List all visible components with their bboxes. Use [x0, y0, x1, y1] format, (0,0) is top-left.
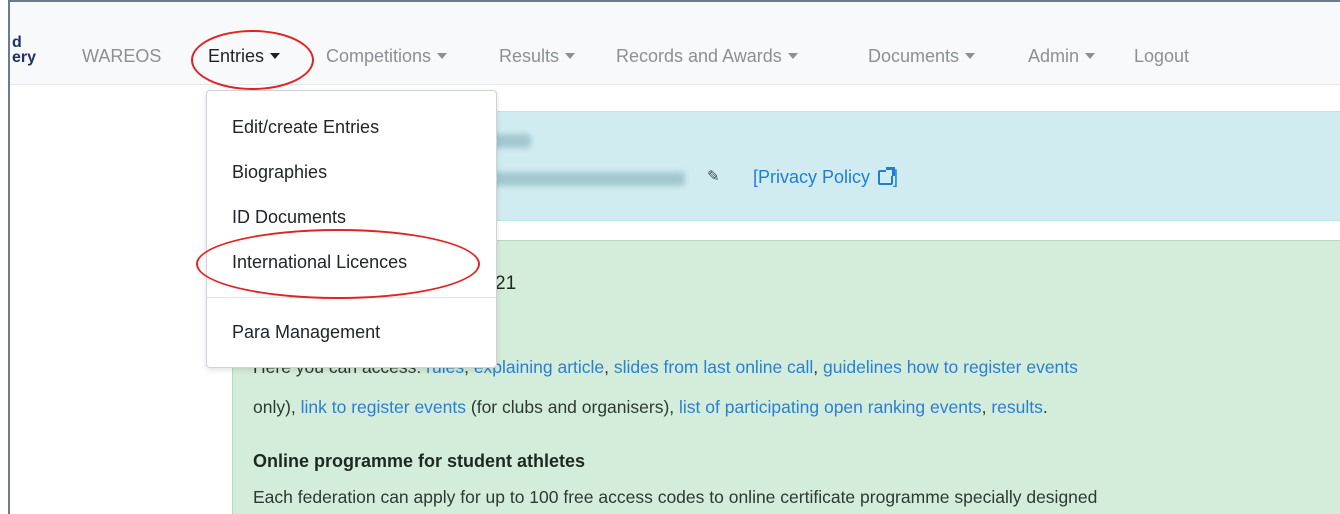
nav-brand-wareos[interactable]: WAREOS: [82, 46, 161, 67]
menu-divider: [207, 297, 496, 298]
nav-documents-label: Documents: [868, 46, 960, 66]
link-guidelines[interactable]: guidelines how to register events: [823, 357, 1078, 377]
browser-viewport: d ery WAREOS Entries Competitions Result…: [8, 0, 1340, 514]
nav-entries[interactable]: Entries: [208, 46, 281, 67]
caret-down-icon: [270, 53, 281, 59]
menu-item-biographies[interactable]: Biographies: [232, 162, 327, 183]
link-register-events[interactable]: link to register events: [301, 397, 466, 417]
nav-admin-label: Admin: [1028, 46, 1080, 66]
caret-down-icon: [437, 53, 448, 59]
redacted-email: [485, 172, 685, 186]
caret-down-icon: [1085, 53, 1096, 59]
news-heading-fragment: 21: [495, 273, 517, 294]
entries-dropdown-menu: Edit/create Entries Biographies ID Docum…: [206, 90, 497, 368]
news-line-3: Each federation can apply for up to 100 …: [253, 487, 1098, 507]
nav-results[interactable]: Results: [499, 46, 576, 67]
external-link-icon: [878, 167, 896, 185]
nav-results-label: Results: [499, 46, 560, 66]
logo-line-1: d: [12, 34, 22, 51]
caret-down-icon: [965, 53, 976, 59]
news-line-2-mid: (for clubs and organisers),: [466, 397, 680, 417]
news-line-2-prefix: only),: [253, 397, 301, 417]
menu-item-edit-create-entries[interactable]: Edit/create Entries: [232, 117, 379, 138]
caret-down-icon: [565, 53, 576, 59]
top-navbar: d ery WAREOS Entries Competitions Result…: [10, 2, 1340, 90]
logo-line-2: ery: [12, 49, 37, 66]
edit-icon[interactable]: ✎: [707, 169, 723, 185]
nav-records-label: Records and Awards: [616, 46, 782, 66]
privacy-policy-label: [Privacy Policy: [753, 167, 871, 187]
link-slides[interactable]: slides from last online call: [614, 357, 813, 377]
nav-competitions[interactable]: Competitions: [326, 46, 448, 67]
site-logo[interactable]: d ery: [12, 35, 46, 71]
nav-logout[interactable]: Logout: [1134, 46, 1189, 67]
link-results[interactable]: results: [991, 397, 1043, 417]
menu-item-id-documents[interactable]: ID Documents: [232, 207, 346, 228]
caret-down-icon: [787, 53, 798, 59]
nav-documents[interactable]: Documents: [868, 46, 976, 67]
menu-item-para-management[interactable]: Para Management: [232, 322, 380, 343]
nav-competitions-label: Competitions: [326, 46, 432, 66]
news-subheading: Online programme for student athletes: [253, 451, 586, 471]
menu-item-international-licences[interactable]: International Licences: [232, 252, 407, 273]
nav-records-and-awards[interactable]: Records and Awards: [616, 46, 798, 67]
privacy-policy-link[interactable]: [Privacy Policy]: [753, 167, 898, 188]
link-participating-events[interactable]: list of participating open ranking event…: [679, 397, 982, 417]
news-line-2: only), link to register events (for club…: [253, 397, 1048, 417]
nav-admin[interactable]: Admin: [1028, 46, 1096, 67]
nav-entries-label: Entries: [208, 46, 265, 66]
